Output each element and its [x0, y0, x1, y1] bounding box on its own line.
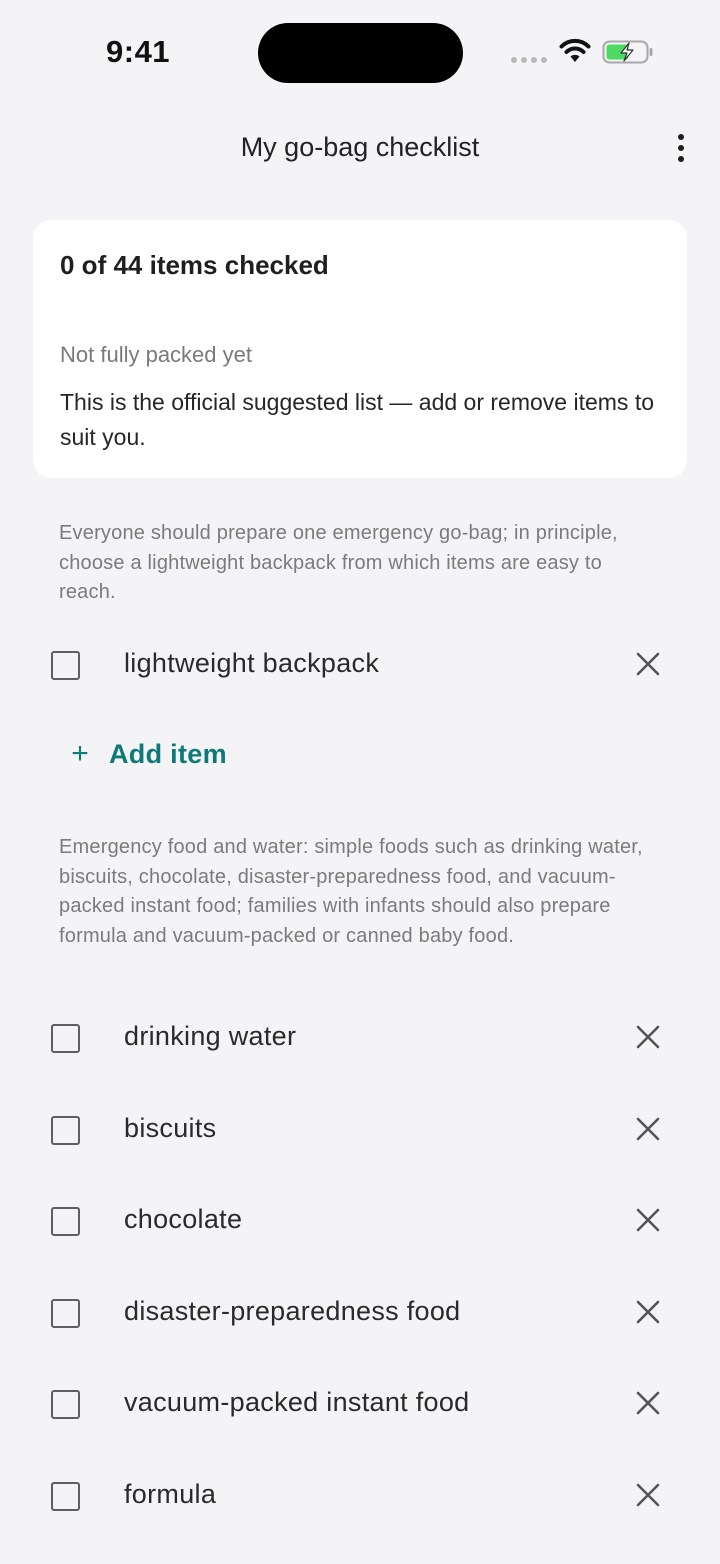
item-label: biscuits: [124, 1113, 217, 1143]
remove-item-button[interactable]: [632, 1296, 664, 1328]
item-checkbox[interactable]: [51, 1390, 80, 1419]
battery-charging-icon: [602, 40, 653, 64]
section-description: Emergency food and water: simple foods s…: [59, 836, 643, 947]
item-checkbox[interactable]: [51, 1116, 80, 1145]
more-options-icon[interactable]: [664, 130, 698, 166]
list-item: lightweight backpack: [0, 626, 720, 706]
status-bar: 9:41: [0, 0, 720, 110]
list-item: biscuits: [0, 1091, 720, 1171]
item-label: vacuum-packed instant food: [124, 1387, 470, 1417]
list-item: chocolate: [0, 1182, 720, 1262]
close-icon: [636, 1483, 660, 1507]
add-item-label: Add item: [109, 738, 227, 769]
remove-item-button[interactable]: [632, 1021, 664, 1053]
item-checkbox[interactable]: [51, 1299, 80, 1328]
remove-item-button[interactable]: [632, 1479, 664, 1511]
summary-card: 0 of 44 items checked Not fully packed y…: [33, 220, 687, 478]
packing-status: Not fully packed yet: [60, 342, 252, 367]
dynamic-island: [258, 23, 463, 83]
list-item: drinking water: [0, 999, 720, 1079]
wifi-icon: [559, 38, 591, 62]
checked-count: 0 of 44 items checked: [60, 250, 329, 280]
close-icon: [636, 1300, 660, 1324]
cellular-signal-icon: [511, 57, 547, 63]
close-icon: [636, 1391, 660, 1415]
app-header: My go-bag checklist: [0, 120, 720, 176]
item-label: chocolate: [124, 1204, 243, 1234]
remove-item-button[interactable]: [632, 1113, 664, 1145]
page-title: My go-bag checklist: [240, 132, 480, 162]
remove-item-button[interactable]: [632, 648, 664, 680]
remove-item-button[interactable]: [632, 1387, 664, 1419]
close-icon: [636, 1025, 660, 1049]
remove-item-button[interactable]: [632, 1204, 664, 1236]
item-checkbox[interactable]: [51, 1482, 80, 1511]
list-item: formula: [0, 1457, 720, 1537]
item-label: lightweight backpack: [124, 648, 380, 678]
list-note: This is the official suggested list — ad…: [60, 389, 655, 450]
item-checkbox[interactable]: [51, 1024, 80, 1053]
close-icon: [636, 1208, 660, 1232]
item-checkbox[interactable]: [51, 1207, 80, 1236]
item-label: disaster-preparedness food: [124, 1296, 461, 1326]
status-time: 9:41: [106, 34, 171, 69]
plus-icon: +: [71, 737, 89, 770]
close-icon: [636, 1117, 660, 1141]
list-item: disaster-preparedness food: [0, 1274, 720, 1354]
list-item: vacuum-packed instant food: [0, 1365, 720, 1445]
close-icon: [636, 652, 660, 676]
item-label: drinking water: [124, 1021, 297, 1051]
section-description: Everyone should prepare one emergency go…: [59, 522, 618, 603]
item-label: formula: [124, 1479, 217, 1509]
add-item-button[interactable]: + Add item: [66, 732, 227, 776]
item-checkbox[interactable]: [51, 651, 80, 680]
